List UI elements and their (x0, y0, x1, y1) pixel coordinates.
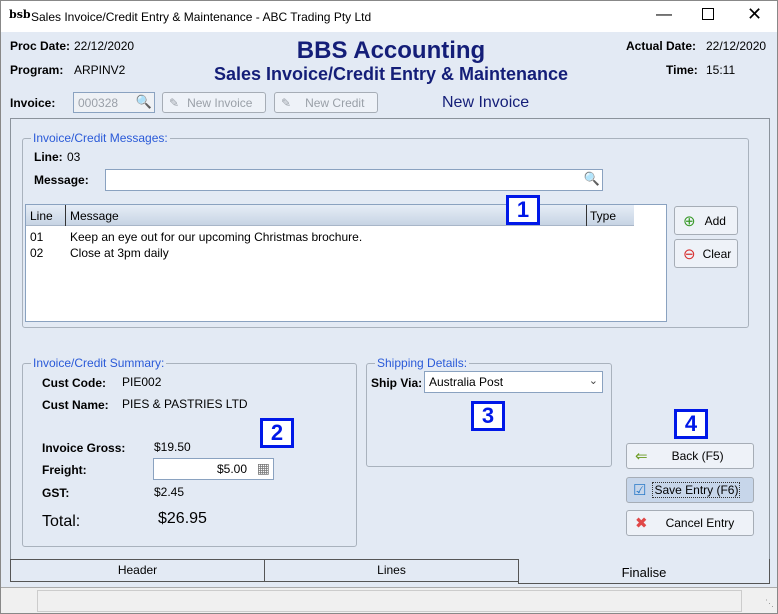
window: bsb Sales Invoice/Credit Entry & Mainten… (0, 0, 778, 614)
freight-label: Freight: (42, 463, 87, 477)
close-button[interactable]: ✕ (747, 4, 762, 25)
cust-code-label: Cust Code: (42, 376, 106, 390)
column-type[interactable]: Type (590, 209, 616, 223)
arrow-left-icon: ⇐ (635, 448, 648, 465)
line-number: 03 (67, 150, 81, 164)
message-input[interactable]: 🔍 (105, 169, 603, 191)
table-row[interactable]: 02 Close at 3pm daily (30, 246, 169, 260)
calculator-icon[interactable]: ▦ (257, 460, 270, 477)
line-label: Line: (34, 150, 63, 164)
gst-label: GST: (42, 486, 70, 500)
tab-header[interactable]: Header (10, 559, 265, 582)
save-label: Save Entry (F6) (652, 482, 741, 498)
maximize-button[interactable] (702, 8, 714, 20)
shipping-group-title: Shipping Details: (375, 356, 470, 370)
summary-group-title: Invoice/Credit Summary: (31, 356, 167, 370)
invoice-number: 000328 (78, 96, 119, 110)
gross-value: $19.50 (154, 440, 191, 454)
save-button[interactable]: ☑ Save Entry (F6) (626, 477, 754, 503)
invoice-number-field[interactable]: 000328 🔍 (73, 92, 155, 113)
messages-grid[interactable]: Line Message Type 01 Keep an eye out for … (25, 204, 667, 322)
grid-header: Line Message Type (26, 205, 634, 226)
add-button[interactable]: ⊕ Add (674, 206, 738, 235)
total-value: $26.95 (158, 510, 207, 527)
column-message[interactable]: Message (70, 209, 119, 223)
cancel-x-icon: ✖ (635, 515, 648, 532)
proc-date: 22/12/2020 (74, 39, 135, 53)
freight-value: $5.00 (216, 462, 247, 476)
ship-via-select[interactable]: Australia Post ⌄ (424, 371, 603, 393)
save-check-icon: ☑ (633, 482, 647, 499)
messages-group-title: Invoice/Credit Messages: (31, 131, 170, 145)
page-subtitle: Sales Invoice/Credit Entry & Maintenance (213, 64, 569, 84)
callout-2: 2 (260, 418, 294, 448)
new-invoice-label: New Invoice (187, 95, 253, 110)
actual-date: 22/12/2020 (706, 39, 767, 53)
proc-date-label: Proc Date: (10, 39, 71, 53)
row-line: 02 (30, 246, 44, 260)
search-icon[interactable]: 🔍 (584, 171, 600, 187)
minimize-button[interactable]: — (656, 6, 672, 24)
tab-lines[interactable]: Lines (264, 559, 519, 582)
search-icon[interactable]: 🔍 (136, 94, 152, 110)
clear-button[interactable]: ⊖ Clear (674, 239, 738, 268)
clear-label: Clear (702, 246, 732, 261)
cust-code: PIE002 (122, 375, 162, 389)
resize-grip-icon[interactable]: ⋱ (765, 598, 774, 609)
total-label: Total: (42, 513, 81, 530)
cust-name: PIES & PASTRIES LTD (122, 397, 248, 411)
status-bar: ⋱ (1, 587, 777, 613)
freight-input[interactable]: $5.00 ▦ (153, 458, 274, 480)
column-line[interactable]: Line (30, 209, 53, 223)
status-panel (37, 590, 742, 612)
new-document-icon: ✎ (281, 95, 292, 110)
title-bar: bsb Sales Invoice/Credit Entry & Mainten… (1, 1, 777, 32)
add-label: Add (704, 213, 726, 228)
row-line: 01 (30, 230, 44, 244)
new-document-icon: ✎ (169, 95, 180, 110)
plus-icon: ⊕ (683, 212, 696, 230)
callout-1: 1 (506, 195, 540, 225)
back-label: Back (F5) (671, 449, 724, 463)
gst-value: $2.45 (154, 485, 185, 499)
row-message: Keep an eye out for our upcoming Christm… (70, 230, 363, 244)
tab-finalise[interactable]: Finalise (518, 559, 770, 584)
app-title: BBS Accounting (296, 37, 486, 64)
app-logo-icon: bsb (9, 8, 31, 21)
ship-via-label: Ship Via: (371, 376, 423, 390)
back-button[interactable]: ⇐ Back (F5) (626, 443, 754, 469)
cust-name-label: Cust Name: (42, 398, 109, 412)
callout-4: 4 (674, 409, 708, 439)
table-row[interactable]: 01 Keep an eye out for our upcoming Chris… (30, 230, 362, 244)
new-invoice-button[interactable]: ✎ New Invoice (162, 92, 266, 113)
new-credit-label: New Credit (305, 95, 365, 110)
callout-3: 3 (471, 401, 505, 431)
minus-icon: ⊖ (683, 245, 696, 263)
new-credit-button[interactable]: ✎ New Credit (274, 92, 378, 113)
cancel-label: Cancel Entry (665, 516, 735, 530)
program: ARPINV2 (74, 63, 126, 77)
mode-label: New Invoice (442, 94, 530, 111)
row-message: Close at 3pm daily (70, 246, 169, 260)
window-title: Sales Invoice/Credit Entry & Maintenance… (31, 10, 372, 24)
gross-label: Invoice Gross: (42, 441, 126, 455)
actual-date-label: Actual Date: (626, 39, 697, 53)
time: 15:11 (706, 63, 736, 77)
cancel-button[interactable]: ✖ Cancel Entry (626, 510, 754, 536)
ship-via-value: Australia Post (429, 375, 504, 389)
invoice-label: Invoice: (10, 96, 56, 110)
program-label: Program: (10, 63, 64, 77)
time-label: Time: (666, 63, 698, 77)
chevron-down-icon[interactable]: ⌄ (589, 374, 598, 387)
message-label: Message: (34, 173, 89, 187)
